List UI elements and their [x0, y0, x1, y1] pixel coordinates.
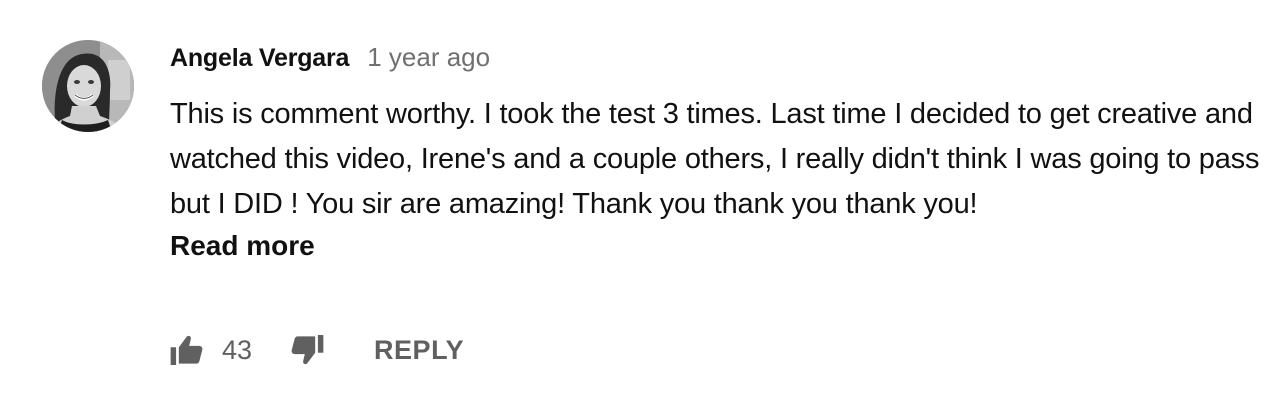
- read-more-link[interactable]: Read more: [170, 227, 315, 265]
- comment-body: Angela Vergara 1 year ago This is commen…: [170, 42, 1270, 265]
- thumbs-up-icon: [170, 335, 203, 365]
- comment: Angela Vergara 1 year ago This is commen…: [0, 0, 1288, 404]
- comment-text: This is comment worthy. I took the test …: [170, 98, 1260, 220]
- comment-actions: 43 REPLY: [170, 330, 464, 370]
- reply-button[interactable]: REPLY: [374, 335, 464, 366]
- thumbs-down-icon: [291, 335, 324, 365]
- author-name[interactable]: Angela Vergara: [170, 44, 349, 73]
- dislike-button[interactable]: [290, 333, 324, 367]
- like-button[interactable]: [170, 333, 204, 367]
- like-count: 43: [222, 334, 253, 365]
- comment-timestamp[interactable]: 1 year ago: [367, 42, 490, 73]
- user-avatar-photo-icon: [42, 40, 134, 132]
- comment-header: Angela Vergara 1 year ago: [170, 42, 1270, 80]
- avatar[interactable]: [42, 40, 134, 132]
